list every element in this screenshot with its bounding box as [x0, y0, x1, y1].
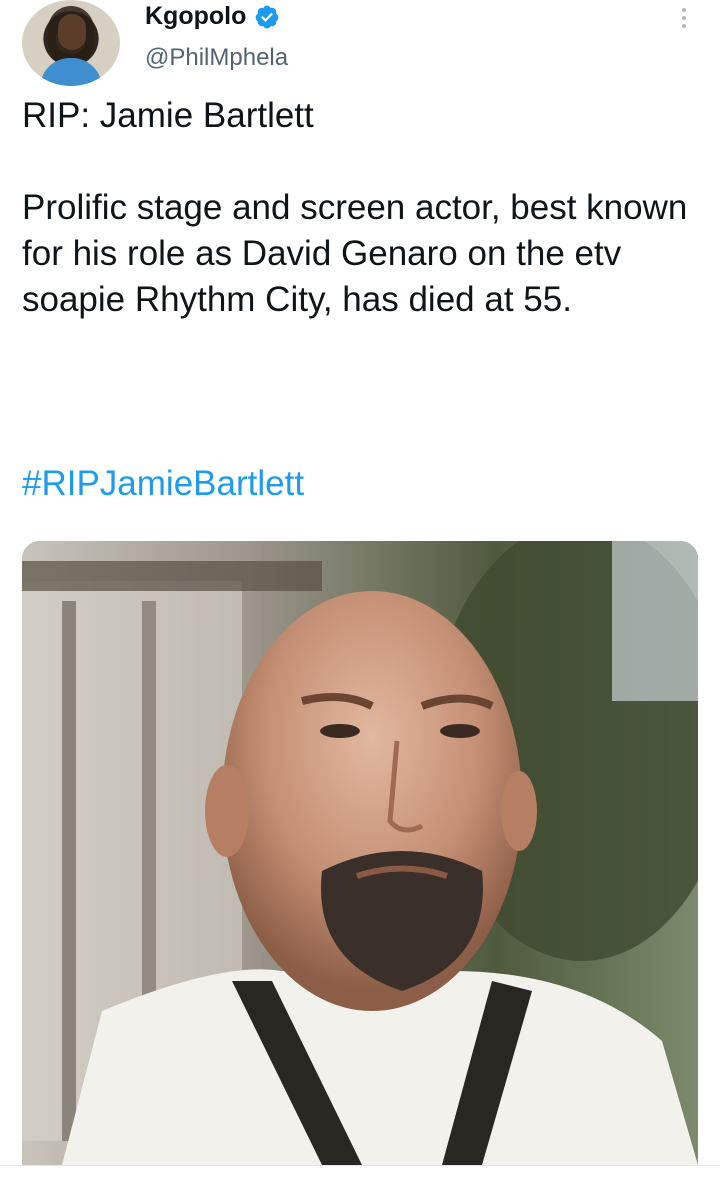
author-display-name[interactable]: Kgopolo — [145, 2, 246, 31]
author-name-row: Kgopolo — [145, 2, 280, 31]
portrait-photo-art — [22, 541, 698, 1165]
verified-badge-icon — [255, 5, 279, 28]
more-options-icon[interactable] — [678, 6, 690, 30]
tweet-text: RIP: Jamie Bartlett Prolific stage and s… — [22, 96, 688, 319]
divider — [0, 1165, 720, 1166]
portrait-photo[interactable] — [22, 541, 698, 1165]
avatar-shirt — [40, 58, 102, 86]
author-handle[interactable]: @PhilMphela — [145, 44, 288, 72]
avatar-face — [58, 14, 86, 50]
avatar[interactable] — [22, 0, 120, 86]
hashtag-link[interactable]: #RIPJamieBartlett — [22, 461, 304, 507]
